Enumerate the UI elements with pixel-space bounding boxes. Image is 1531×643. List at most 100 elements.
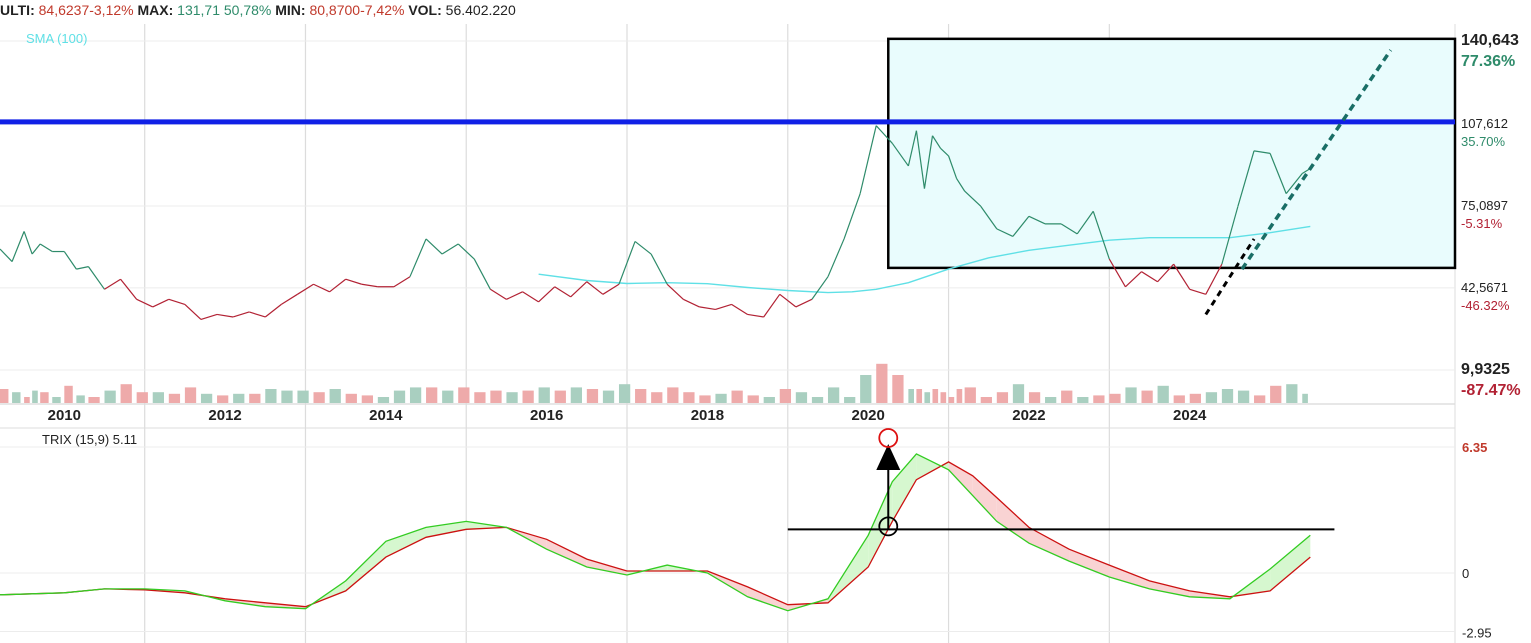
volume-bar — [297, 390, 309, 403]
volume-bar — [1028, 392, 1041, 403]
volume-bar — [1205, 392, 1218, 403]
highlight-box[interactable] — [887, 37, 1457, 270]
price-segment — [152, 298, 170, 308]
x-tick-label: 2014 — [369, 407, 403, 424]
trix-lines — [0, 453, 1311, 612]
volume-bar — [506, 392, 518, 403]
price-segment — [506, 291, 523, 300]
volume-bar — [393, 390, 406, 403]
price-segment — [216, 313, 234, 318]
price-segment — [522, 291, 539, 303]
x-tick-label: 2020 — [851, 407, 884, 424]
price-segment — [425, 238, 443, 255]
x-tick-label: 2012 — [208, 407, 241, 424]
volume-bar — [88, 397, 100, 403]
trix-tick-label: -2.95 — [1462, 626, 1492, 641]
volume-bar — [996, 392, 1009, 403]
volume-bar — [1141, 390, 1153, 403]
trix-fill-segment — [385, 527, 426, 558]
volume-bar — [1125, 387, 1137, 403]
price-tick-pct: -46.32% — [1461, 298, 1510, 313]
volume-bar — [876, 363, 888, 403]
x-tick-label: 2010 — [48, 407, 81, 424]
volume-bar — [64, 385, 73, 403]
volume-bar — [1221, 389, 1234, 403]
x-tick-label: 2018 — [691, 407, 724, 424]
volume-bar — [313, 392, 325, 403]
volume-bar — [120, 384, 132, 403]
price-segment — [763, 293, 781, 318]
volume-bar — [184, 387, 197, 403]
volume-bar — [1189, 393, 1201, 403]
volume-bar — [795, 392, 808, 403]
volume-bar — [924, 392, 931, 403]
price-segment — [747, 313, 764, 318]
volume-bar — [522, 390, 534, 403]
volume-bar — [908, 389, 914, 403]
price-segment — [39, 243, 53, 253]
x-tick-label: 2022 — [1012, 407, 1045, 424]
chart-canvas[interactable]: 140,643 77.36% 107,612 35.70% 75,0897 -5.31% 4… — [0, 0, 1531, 643]
volume-bar — [916, 389, 923, 403]
volume-bar — [811, 397, 824, 403]
price-segment — [76, 266, 89, 270]
price-segment — [200, 313, 218, 321]
trix-fill-segment — [546, 539, 587, 567]
price-segment — [666, 283, 684, 300]
price-y-axis: 140,643 77.36% 107,612 35.70% 75,0897 -5.31% 4… — [1461, 32, 1521, 399]
volume-bar — [345, 393, 357, 403]
volume-bar — [136, 392, 148, 403]
price-segment — [345, 278, 362, 285]
price-segment — [409, 238, 427, 277]
volume-bar — [490, 390, 502, 403]
price-tick-pct: -5.31% — [1461, 216, 1503, 231]
volume-bar — [1012, 384, 1025, 403]
trix-fill-segment — [1109, 565, 1150, 589]
volume-bar — [249, 393, 261, 403]
price-tick-label: 42,5671 — [1461, 280, 1508, 295]
volume-bar — [747, 395, 759, 403]
volume-bar — [827, 387, 840, 403]
price-segment — [120, 278, 138, 300]
volume-bar — [104, 390, 116, 403]
volume-bar — [458, 387, 470, 403]
volume-bar — [602, 390, 615, 403]
price-segment — [490, 288, 507, 300]
volume-bar — [1109, 393, 1121, 403]
volume-bar — [779, 389, 792, 403]
price-segment — [843, 193, 861, 240]
volume-bar — [1302, 393, 1308, 403]
price-segment — [1141, 271, 1158, 283]
trix-fill-segment — [1029, 527, 1070, 562]
price-segment — [699, 306, 716, 311]
volume-bar — [1157, 385, 1169, 403]
volume-bar — [763, 397, 775, 403]
price-tick-label: 107,612 — [1461, 116, 1508, 131]
price-segment — [232, 311, 250, 318]
volume-bar — [699, 395, 711, 403]
volume-bar — [40, 392, 49, 403]
volume-bar — [1093, 395, 1105, 403]
volume-bar — [940, 392, 947, 403]
volume-bar — [635, 389, 647, 403]
volume-bar — [281, 390, 293, 403]
volume-bar — [168, 393, 181, 403]
volume-bar — [409, 387, 422, 403]
price-tick-label: 75,0897 — [1461, 198, 1508, 213]
price-segment — [570, 281, 588, 298]
volume-bar — [570, 387, 582, 403]
volume-bar — [52, 397, 61, 403]
price-segment — [859, 125, 877, 194]
trix-main-line — [0, 453, 1311, 612]
trix-y-axis: 6.35 0 -2.95 — [1462, 440, 1492, 641]
volume-bar — [152, 392, 164, 403]
price-segment — [602, 283, 620, 295]
price-segment — [393, 276, 411, 288]
trix-annotations[interactable] — [787, 428, 1335, 537]
volume-bar — [32, 390, 38, 403]
price-segment — [264, 303, 282, 318]
volume-bar — [233, 393, 245, 403]
trix-tick-label: 0 — [1462, 566, 1469, 581]
volume-bar — [200, 393, 213, 403]
volume-bar — [24, 397, 30, 403]
